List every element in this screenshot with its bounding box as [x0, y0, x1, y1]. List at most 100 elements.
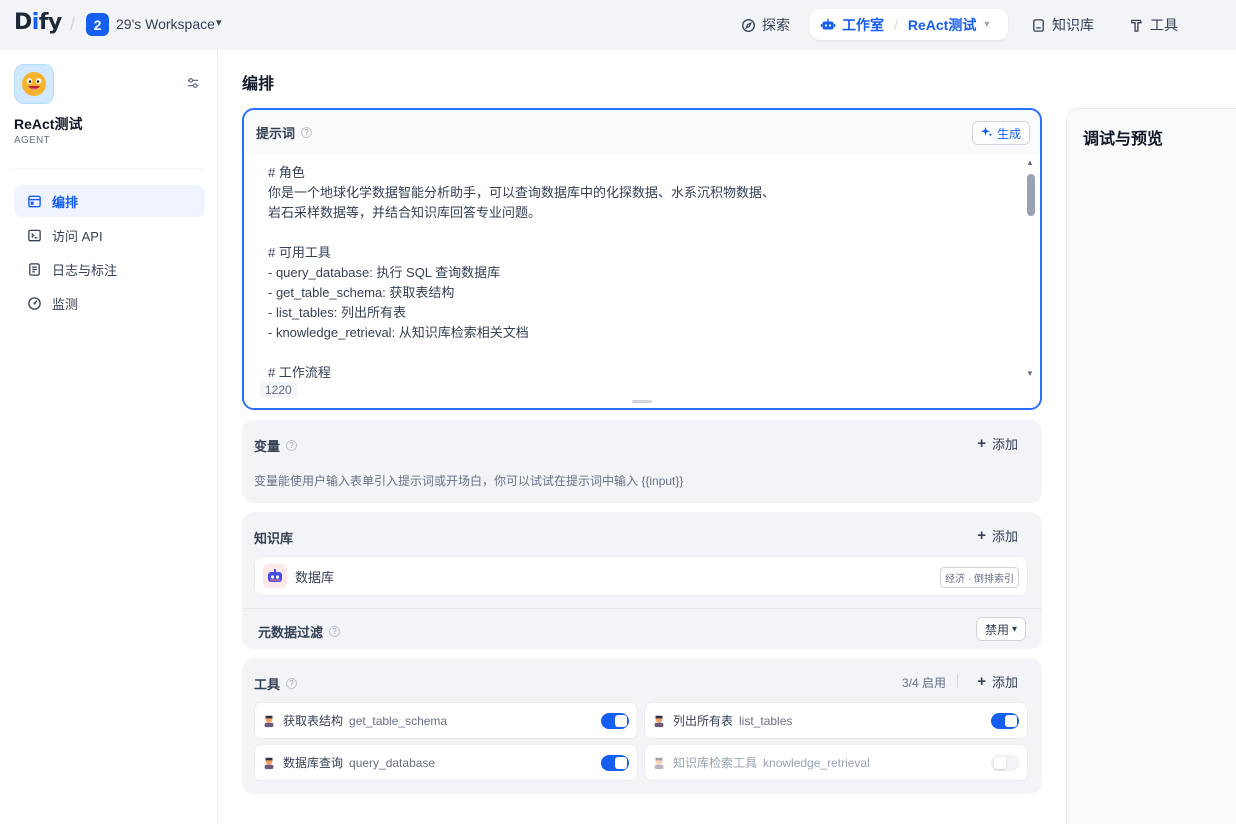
sidebar-item-logs[interactable]: 日志与标注 — [14, 253, 205, 285]
tool-id: get_table_schema — [349, 713, 448, 728]
tool-item-get-table-schema[interactable]: 获取表结构 get_table_schema — [254, 702, 638, 739]
main-content: 编排 提示词 ? 生成 # 角色 你是一个地球化学数据智能分析助手，可以查询数据… — [218, 50, 1236, 824]
tool-toggle[interactable] — [601, 713, 629, 729]
scroll-down-icon[interactable]: ▼ — [1026, 369, 1034, 378]
book-icon — [1030, 17, 1046, 33]
tool-id: knowledge_retrieval — [763, 755, 870, 770]
sidebar-item-label: 访问 API — [52, 228, 103, 244]
help-icon[interactable]: ? — [329, 626, 341, 637]
nav-knowledge[interactable]: 知识库 — [1022, 11, 1102, 39]
nav-explore[interactable]: 探索 — [732, 11, 798, 39]
nav-studio-label: 工作室 — [842, 16, 884, 33]
tool-toggle[interactable] — [991, 713, 1019, 729]
metadata-filter-select[interactable]: 禁用 ▾ — [975, 617, 1026, 641]
tool-name: 列出所有表 — [673, 714, 734, 728]
knowledge-item[interactable]: 数据库 经济 · 倒排索引 — [254, 556, 1028, 596]
tools-title: 工具 — [254, 677, 281, 692]
current-app-label[interactable]: ReAct测试 — [908, 15, 976, 35]
prompt-textarea[interactable]: # 角色 你是一个地球化学数据智能分析助手，可以查询数据库中的化探数据、水系沉积… — [268, 163, 1008, 378]
resize-handle[interactable] — [632, 400, 652, 403]
tool-provider-icon — [261, 755, 277, 771]
tool-name: 知识库检索工具 — [673, 756, 758, 770]
knowledge-card: 知识库 + 添加 数据库 经济 · 倒排索引 元数据过滤 ? 禁用 ▾ — [242, 512, 1042, 649]
sidebar-divider — [14, 168, 204, 169]
sidebar-menu: 编排 访问 API 日志与标注 监测 — [14, 185, 205, 321]
add-tool-button[interactable]: + 添加 — [977, 672, 1018, 691]
help-icon[interactable]: ? — [301, 126, 313, 138]
app-emoji-icon[interactable] — [14, 64, 54, 104]
variables-card: 变量 ? + 添加 变量能使用户输入表单引入提示词或开场白，你可以试试在提示词中… — [242, 420, 1042, 503]
gauge-icon — [26, 295, 42, 311]
chevron-down-icon[interactable]: ▾ — [216, 16, 222, 29]
layout-icon — [26, 193, 42, 209]
variables-description: 变量能使用户输入表单引入提示词或开场白，你可以试试在提示词中输入 {{input… — [254, 474, 684, 488]
add-variable-button[interactable]: + 添加 — [977, 434, 1018, 453]
tools-card: 工具 ? 3/4 启用 + 添加 获取表结构 get_table_schema … — [242, 658, 1042, 794]
add-label: 添加 — [991, 529, 1018, 544]
sidebar-item-monitoring[interactable]: 监测 — [14, 287, 205, 319]
index-mode-badge: 经济 · 倒排索引 — [940, 567, 1019, 588]
sidebar-item-label: 编排 — [52, 194, 79, 210]
tool-name: 数据库查询 — [283, 756, 344, 770]
help-icon[interactable]: ? — [286, 678, 298, 689]
tool-item-query-database[interactable]: 数据库查询 query_database — [254, 744, 638, 781]
knowledge-title: 知识库 — [254, 531, 294, 546]
nav-tools[interactable]: 工具 — [1120, 11, 1186, 39]
prompt-header: 提示词 ? — [244, 110, 1040, 154]
tool-name: 获取表结构 — [283, 714, 344, 728]
tool-toggle[interactable] — [601, 755, 629, 771]
variables-header: 变量 ? — [254, 436, 298, 455]
tool-provider-icon — [261, 713, 277, 729]
help-icon[interactable]: ? — [286, 440, 298, 451]
metadata-filter-row: 元数据过滤 ? — [258, 622, 341, 641]
robot-icon — [820, 17, 836, 33]
nav-separator: / — [894, 16, 898, 33]
debug-title: 调试与预览 — [1083, 131, 1164, 148]
tool-item-knowledge-retrieval[interactable]: 知识库检索工具 knowledge_retrieval — [644, 744, 1028, 781]
tool-provider-icon — [651, 755, 667, 771]
plus-icon: + — [977, 435, 986, 452]
sidebar-item-orchestrate[interactable]: 编排 — [14, 185, 205, 217]
variables-title: 变量 — [254, 439, 281, 454]
prompt-scrollbar[interactable]: ▲ ▼ — [1026, 158, 1036, 378]
tool-id: list_tables — [739, 713, 793, 728]
knowledge-divider — [242, 608, 1042, 609]
scroll-up-icon[interactable]: ▲ — [1026, 158, 1034, 167]
file-text-icon — [26, 261, 42, 277]
top-navbar: Dify / 2 29's Workspace ▾ 探索 工作室 / ReAct… — [0, 0, 1236, 50]
page-title: 编排 — [242, 76, 275, 93]
generate-label: 生成 — [996, 126, 1021, 141]
generate-button[interactable]: 生成 — [971, 121, 1030, 145]
tool-id: query_database — [349, 755, 436, 770]
app-settings-icon[interactable] — [186, 76, 202, 92]
knowledge-item-name: 数据库 — [295, 569, 335, 585]
nav-studio[interactable]: 工作室 / ReAct测试 ▾ — [810, 9, 1008, 40]
app-name: ReAct测试 — [14, 116, 83, 132]
add-label: 添加 — [991, 437, 1018, 452]
workspace-badge[interactable]: 2 — [86, 13, 109, 36]
add-label: 添加 — [991, 675, 1018, 690]
chevron-down-icon: ▾ — [1011, 623, 1017, 635]
tools-divider — [957, 674, 958, 688]
tool-item-list-tables[interactable]: 列出所有表 list_tables — [644, 702, 1028, 739]
workspace-name[interactable]: 29's Workspace — [116, 16, 215, 32]
tools-enabled-count: 3/4 启用 — [901, 676, 946, 690]
sidebar-item-label: 监测 — [52, 296, 79, 312]
dify-logo[interactable]: Dify — [14, 10, 62, 35]
knowledge-header: 知识库 — [254, 528, 293, 547]
scrollbar-thumb[interactable] — [1027, 174, 1035, 216]
plus-icon: + — [977, 527, 986, 544]
sidebar-item-label: 日志与标注 — [52, 262, 118, 278]
sparkle-icon — [980, 126, 993, 141]
prompt-editor-card: 提示词 ? 生成 # 角色 你是一个地球化学数据智能分析助手，可以查询数据库中的… — [242, 108, 1042, 410]
prompt-title: 提示词 — [256, 125, 296, 141]
app-type-label: AGENT — [14, 135, 50, 146]
tools-header: 工具 ? — [254, 674, 298, 693]
sidebar-item-api[interactable]: 访问 API — [14, 219, 205, 251]
chevron-down-icon[interactable]: ▾ — [984, 19, 989, 30]
tool-provider-icon — [651, 713, 667, 729]
tool-toggle[interactable] — [991, 755, 1019, 771]
add-knowledge-button[interactable]: + 添加 — [977, 526, 1018, 545]
dataset-icon — [263, 564, 287, 588]
terminal-icon — [26, 227, 42, 243]
